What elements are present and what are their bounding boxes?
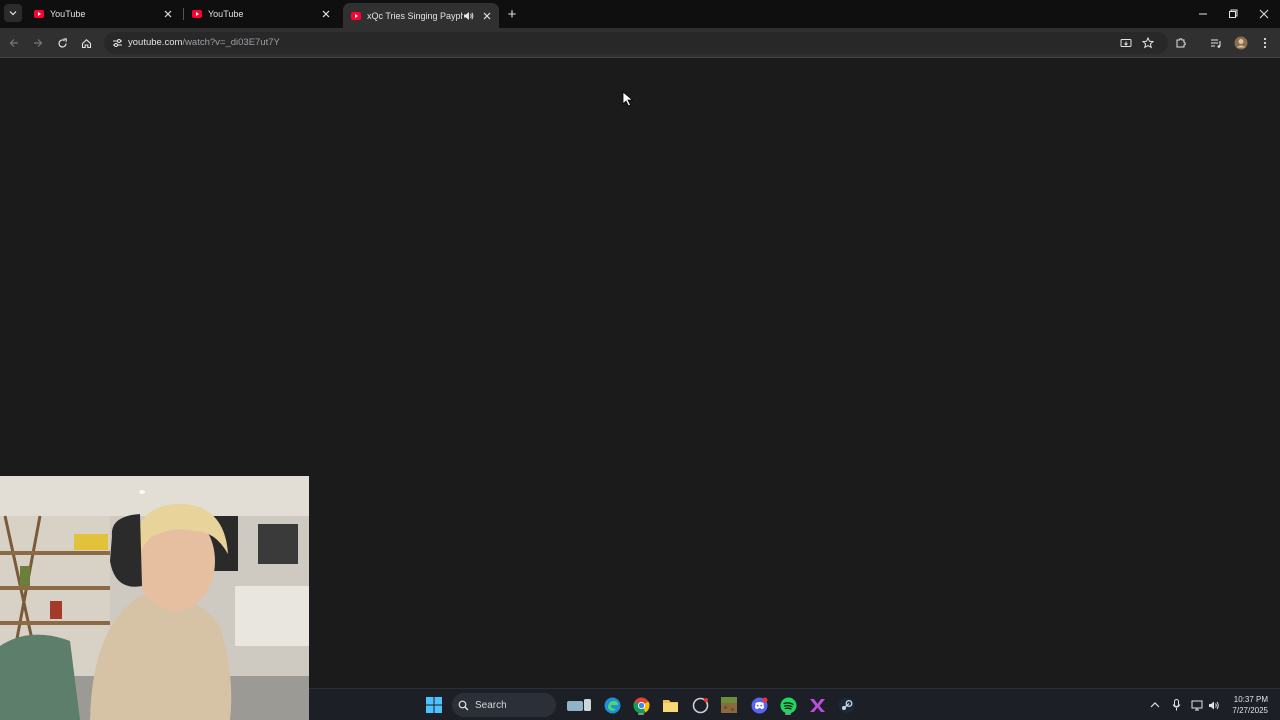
restore-button[interactable] [1218,0,1248,28]
plus-icon: + [507,5,517,23]
taskbar-search[interactable]: Search [452,693,556,717]
file-explorer-icon [662,699,678,712]
tab-strip: YouTube YouTube xQc Tries Singing Paypho… [0,0,1280,28]
url-text[interactable]: youtube.com/watch?v=_di03E7ut7Y [128,37,280,49]
minimize-icon [1199,13,1207,15]
spotify-button[interactable] [777,694,799,716]
chevron-down-icon [9,11,17,16]
media-controls-button[interactable] [1206,33,1226,53]
discord-button[interactable] [748,694,770,716]
reload-icon [57,37,67,47]
widgets-icon [567,699,591,711]
arrow-left-icon [9,39,18,47]
install-app-icon[interactable] [1119,36,1133,50]
yandex-button[interactable] [806,694,828,716]
youtube-icon [192,9,202,19]
tab-title: YouTube [208,9,244,19]
microphone-icon [1172,699,1180,711]
site-info-icon[interactable] [111,37,123,49]
avatar-icon [1234,36,1248,50]
tab-youtube-2[interactable]: YouTube [184,4,338,24]
minimize-button[interactable] [1188,0,1218,28]
volume-tray-icon[interactable] [1207,698,1221,712]
youtube-icon [351,11,361,21]
tab-active-video[interactable]: xQc Tries Singing Payphone [343,3,499,28]
tab-youtube-1[interactable]: YouTube [26,4,180,24]
speaker-icon [1209,701,1219,709]
webcam-image [0,476,309,720]
browser-toolbar: youtube.com/watch?v=_di03E7ut7Y [0,28,1280,58]
spotify-icon [780,697,796,713]
edge-icon [604,697,620,713]
youtube-icon [34,9,44,19]
webcam-overlay [0,476,309,720]
chevron-up-icon [1150,702,1160,708]
reload-button[interactable] [52,33,72,53]
clock-date: 7/27/2025 [1232,706,1268,715]
tab-title: xQc Tries Singing Payphone [367,10,463,21]
tab-search-button[interactable] [4,4,22,22]
network-tray-icon[interactable] [1190,698,1204,712]
speaker-icon[interactable] [463,11,475,21]
minecraft-button[interactable] [718,694,740,716]
puzzle-icon [1176,38,1186,48]
microphone-tray-icon[interactable] [1169,698,1183,712]
windows-start-icon [426,697,442,713]
minecraft-icon [721,697,737,713]
network-icon [1191,700,1203,710]
chrome-icon [633,697,649,713]
steam-button[interactable] [835,694,857,716]
widgets-button[interactable] [565,694,593,716]
running-indicator [638,713,644,715]
windows-taskbar: Search 10:37 PM 7/27/2025 [309,688,1280,720]
close-icon[interactable] [320,8,332,20]
ccleaner-button[interactable] [689,694,711,716]
windows-start-button[interactable] [423,694,445,716]
yandex-icon [809,698,825,712]
close-window-button[interactable] [1249,0,1279,28]
bookmark-star-icon[interactable] [1141,36,1155,50]
discord-icon [751,697,767,713]
close-icon[interactable] [162,8,174,20]
profile-avatar[interactable] [1231,33,1251,53]
steam-icon [838,697,854,713]
chrome-button[interactable] [630,694,652,716]
home-button[interactable] [76,33,96,53]
home-icon [81,38,91,48]
extensions-button[interactable] [1171,33,1191,53]
system-clock[interactable]: 10:37 PM 7/27/2025 [1232,694,1268,716]
search-label: Search [475,699,507,711]
back-button[interactable] [4,33,24,53]
media-queue-icon [1211,38,1221,48]
running-indicator [785,713,791,715]
new-tab-button[interactable]: + [503,5,521,23]
address-bar[interactable]: youtube.com/watch?v=_di03E7ut7Y [104,32,1168,54]
file-explorer-button[interactable] [659,694,681,716]
menu-button[interactable] [1255,33,1275,53]
restore-icon [1229,9,1238,18]
tab-title: YouTube [50,9,86,19]
edge-button[interactable] [601,694,623,716]
more-vert-icon [1263,37,1267,49]
arrow-right-icon [34,39,43,47]
search-icon [458,700,469,710]
close-icon[interactable] [481,10,493,22]
url-domain: youtube.com [128,37,183,48]
ccleaner-icon [692,697,708,713]
url-path: /watch?v=_di03E7ut7Y [182,37,280,48]
forward-button[interactable] [28,33,48,53]
mouse-cursor-icon [622,91,634,107]
clock-time: 10:37 PM [1233,695,1268,704]
close-icon [1259,9,1269,19]
show-hidden-icons-button[interactable] [1148,698,1162,712]
